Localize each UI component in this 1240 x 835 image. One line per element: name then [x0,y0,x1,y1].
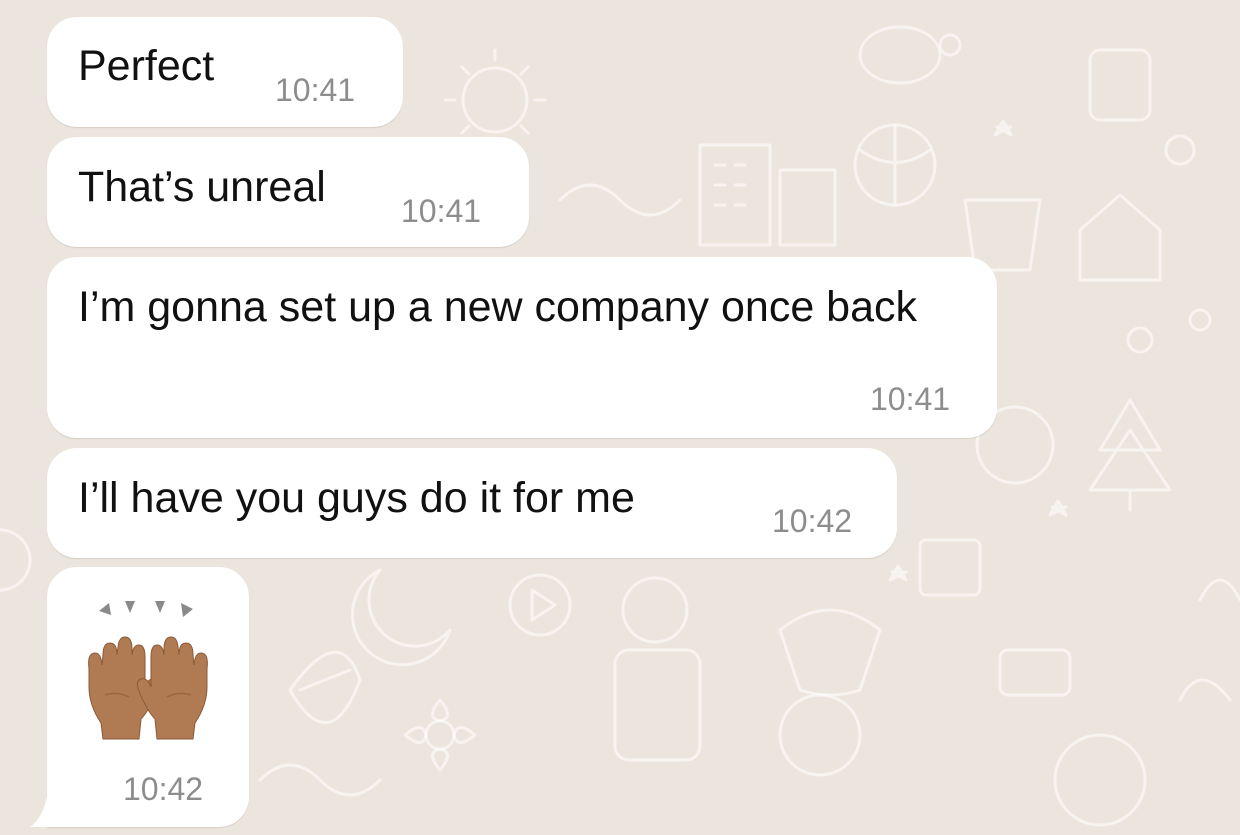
message-text: That’s unreal [78,163,326,211]
message-text: I’m gonna set up a new company once back [78,283,918,331]
message-bubble-1[interactable]: Perfect 10:41 [47,17,403,127]
message-text: Perfect [78,42,215,90]
message-bubble-3[interactable]: I’m gonna set up a new company once back… [47,257,997,438]
message-bubble-4[interactable]: I’ll have you guys do it for me 10:42 [47,448,897,558]
message-timestamp: 10:42 [123,771,204,807]
message-bubble-5[interactable]: 10:42 [47,567,249,827]
message-timestamp: 10:41 [870,381,951,417]
message-bubble-2[interactable]: That’s unreal 10:41 [47,137,529,247]
bubble-tail [30,797,70,827]
message-text: I’ll have you guys do it for me [78,474,635,522]
raising-hands-icon [88,601,208,740]
message-timestamp: 10:41 [401,193,482,229]
message-timestamp: 10:42 [772,503,853,539]
message-timestamp: 10:41 [275,72,356,108]
